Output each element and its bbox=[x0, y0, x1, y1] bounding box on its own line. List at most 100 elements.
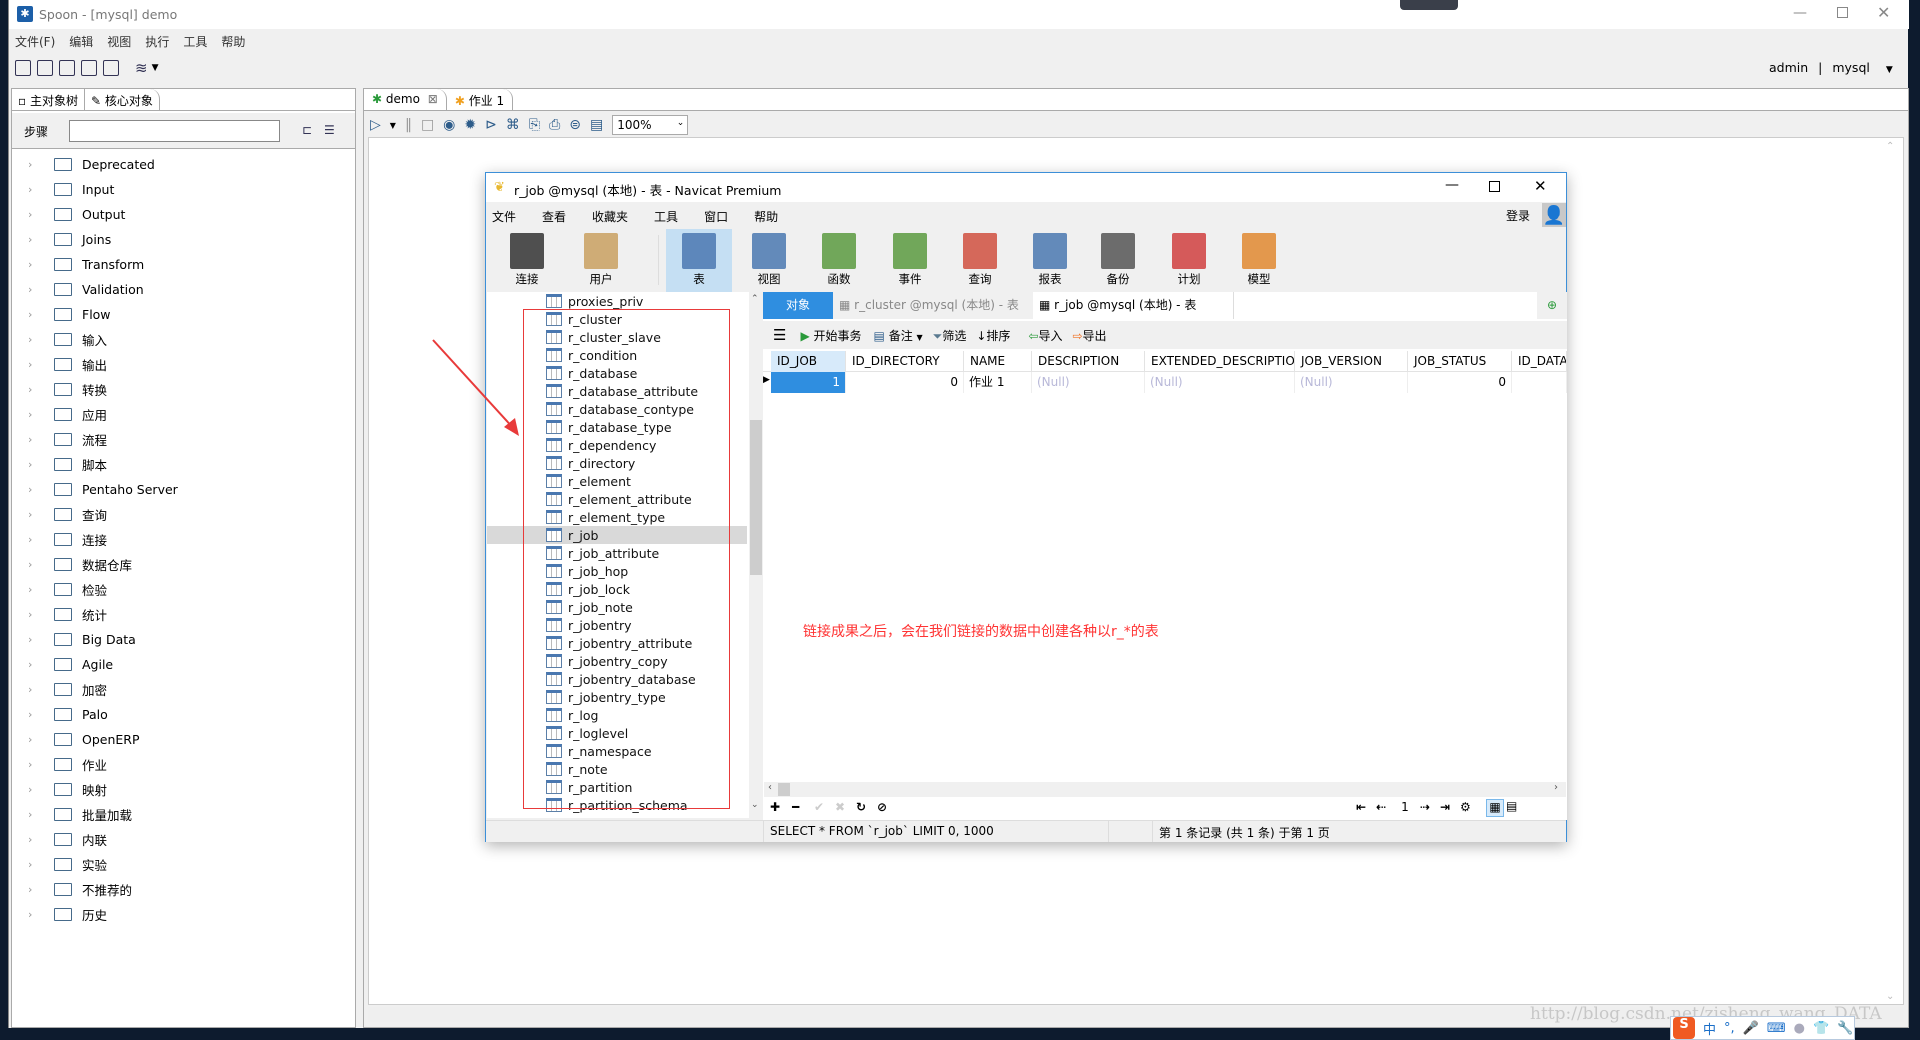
stop-icon[interactable]: ⊘ bbox=[877, 800, 887, 814]
chevron-right-icon[interactable]: › bbox=[28, 333, 48, 346]
chevron-right-icon[interactable]: › bbox=[28, 533, 48, 546]
import-button[interactable]: ⇦导入 bbox=[1028, 327, 1062, 344]
settings-icon[interactable]: ⚙ bbox=[1460, 800, 1471, 814]
ime-punctuation[interactable]: °, bbox=[1724, 1021, 1735, 1036]
table-cell[interactable]: (Null) bbox=[1032, 372, 1145, 393]
show-results-icon[interactable]: ▤ bbox=[590, 117, 603, 133]
apply-icon[interactable]: ✔ bbox=[814, 800, 824, 814]
tree-folder[interactable]: › 不推荐的 bbox=[28, 878, 132, 900]
menu-item[interactable]: 视图 bbox=[107, 35, 131, 49]
open-file-icon[interactable] bbox=[37, 60, 53, 76]
column-header[interactable]: DESCRIPTION bbox=[1032, 351, 1145, 372]
debug-icon[interactable]: ✹ bbox=[464, 117, 476, 133]
chevron-right-icon[interactable]: › bbox=[28, 733, 48, 746]
table-cell[interactable]: 0 bbox=[846, 372, 964, 393]
memo-button[interactable]: ▤ 备注 ▼ bbox=[874, 327, 923, 344]
user-icon[interactable]: ● bbox=[1794, 1021, 1805, 1036]
chevron-right-icon[interactable]: › bbox=[28, 758, 48, 771]
tree-folder[interactable]: › Output bbox=[28, 203, 125, 225]
delete-record-icon[interactable]: ━ bbox=[792, 800, 799, 814]
toolbar-function-button[interactable]: 函数 bbox=[806, 229, 872, 292]
toolbar-query-button[interactable]: 查询 bbox=[947, 229, 1013, 292]
chevron-right-icon[interactable]: › bbox=[28, 208, 48, 221]
menu-item[interactable]: 查看 bbox=[542, 210, 566, 224]
tree-folder[interactable]: › 映射 bbox=[28, 778, 107, 800]
chevron-right-icon[interactable]: › bbox=[28, 658, 48, 671]
tree-folder[interactable]: › Flow bbox=[28, 303, 111, 325]
chevron-right-icon[interactable]: › bbox=[28, 808, 48, 821]
tree-folder[interactable]: › Input bbox=[28, 178, 114, 200]
menu-item[interactable]: 工具 bbox=[183, 35, 207, 49]
minimize-button[interactable]: — bbox=[1445, 177, 1459, 193]
menu-item[interactable]: 执行 bbox=[145, 35, 169, 49]
first-page-icon[interactable]: ⇤ bbox=[1356, 800, 1366, 814]
zoom-select[interactable]: 100% ⌄ bbox=[612, 115, 689, 135]
tree-folder[interactable]: › 加密 bbox=[28, 678, 107, 700]
menu-item[interactable]: 文件 bbox=[492, 210, 516, 224]
save-as-icon[interactable] bbox=[103, 60, 119, 76]
new-tab-icon[interactable]: ⊕ bbox=[1537, 292, 1567, 319]
tab-demo[interactable]: ✱ demo ⊠ bbox=[364, 89, 447, 110]
steps-search-input[interactable] bbox=[69, 120, 280, 142]
tree-folder[interactable]: › 作业 bbox=[28, 753, 107, 775]
chevron-right-icon[interactable]: › bbox=[28, 483, 48, 496]
tree-folder[interactable]: › 脚本 bbox=[28, 453, 107, 475]
refresh-icon[interactable]: ↻ bbox=[856, 800, 866, 814]
menu-item[interactable]: 工具 bbox=[654, 210, 678, 224]
chevron-right-icon[interactable]: › bbox=[28, 383, 48, 396]
chevron-right-icon[interactable]: › bbox=[28, 608, 48, 621]
ime-mode-chinese[interactable]: 中 bbox=[1703, 1019, 1716, 1038]
perspective-layers-icon[interactable]: ≋ bbox=[135, 59, 148, 77]
chevron-right-icon[interactable]: › bbox=[28, 858, 48, 871]
tree-folder[interactable]: › 数据仓库 bbox=[28, 553, 132, 575]
toolbar-table-button[interactable]: 表 bbox=[666, 229, 732, 292]
begin-transaction-button[interactable]: ▶ 开始事务 bbox=[800, 327, 861, 344]
column-header[interactable]: ID_DATA bbox=[1512, 351, 1567, 372]
chevron-right-icon[interactable]: › bbox=[28, 833, 48, 846]
sort-button[interactable]: ↓排序 bbox=[976, 327, 1010, 344]
close-tab-icon[interactable]: ⊠ bbox=[428, 92, 438, 106]
tab-r-job[interactable]: ▦ r_job @mysql (本地) - 表 bbox=[1033, 292, 1233, 319]
menu-item[interactable]: 帮助 bbox=[221, 35, 245, 49]
tree-folder[interactable]: › Validation bbox=[28, 278, 144, 300]
chevron-right-icon[interactable]: › bbox=[28, 308, 48, 321]
new-file-icon[interactable] bbox=[15, 60, 31, 76]
toolbar-schedule-button[interactable]: 计划 bbox=[1156, 229, 1222, 292]
chevron-right-icon[interactable]: › bbox=[28, 458, 48, 471]
chevron-down-icon[interactable]: ▼ bbox=[152, 63, 159, 73]
scroll-down-icon[interactable]: ⌄ bbox=[1886, 991, 1894, 1002]
filter-button[interactable]: ⏷筛选 bbox=[933, 327, 967, 344]
save-icon[interactable] bbox=[81, 60, 97, 76]
chevron-right-icon[interactable]: › bbox=[28, 158, 48, 171]
user-repository-indicator[interactable]: admin | mysql ▼ bbox=[1769, 60, 1893, 75]
explore-repository-icon[interactable] bbox=[59, 60, 75, 76]
chevron-right-icon[interactable]: › bbox=[28, 258, 48, 271]
add-record-icon[interactable]: ✚ bbox=[770, 800, 780, 814]
discard-icon[interactable]: ✖ bbox=[835, 800, 845, 814]
last-page-icon[interactable]: ⇥ bbox=[1440, 800, 1450, 814]
grid-horizontal-scrollbar[interactable]: ‹ › bbox=[764, 782, 1566, 797]
tree-folder[interactable]: › 输入 bbox=[28, 328, 107, 350]
chevron-right-icon[interactable]: › bbox=[28, 183, 48, 196]
table-cell[interactable]: 0 bbox=[1408, 372, 1512, 393]
chevron-right-icon[interactable]: › bbox=[28, 358, 48, 371]
table-cell[interactable]: 1 bbox=[771, 372, 846, 393]
column-header[interactable]: ID_JOB bbox=[771, 351, 846, 372]
run-icon[interactable]: ▷ bbox=[370, 117, 381, 133]
tab-job-1[interactable]: ✱ 作业 1 bbox=[447, 89, 514, 110]
maximize-button[interactable] bbox=[1837, 7, 1848, 18]
tree-folder[interactable]: › Pentaho Server bbox=[28, 478, 178, 500]
tree-folder[interactable]: › 批量加载 bbox=[28, 803, 132, 825]
chevron-right-icon[interactable]: › bbox=[28, 633, 48, 646]
keyboard-icon[interactable]: ⌨ bbox=[1767, 1021, 1786, 1036]
column-header[interactable]: EXTENDED_DESCRIPTION bbox=[1145, 351, 1295, 372]
chevron-right-icon[interactable]: › bbox=[28, 683, 48, 696]
tree-folder[interactable]: › Deprecated bbox=[28, 153, 155, 175]
table-list-scrollbar[interactable]: ⌃ ⌄ bbox=[749, 292, 763, 818]
scroll-up-icon[interactable]: ⌃ bbox=[1886, 141, 1894, 152]
column-header[interactable]: NAME bbox=[964, 351, 1032, 372]
verify-icon[interactable]: ⌘ bbox=[506, 117, 520, 133]
explore-db-icon[interactable]: ⊜ bbox=[569, 117, 581, 133]
minimize-button[interactable]: — bbox=[1793, 5, 1807, 21]
chevron-right-icon[interactable]: › bbox=[28, 433, 48, 446]
